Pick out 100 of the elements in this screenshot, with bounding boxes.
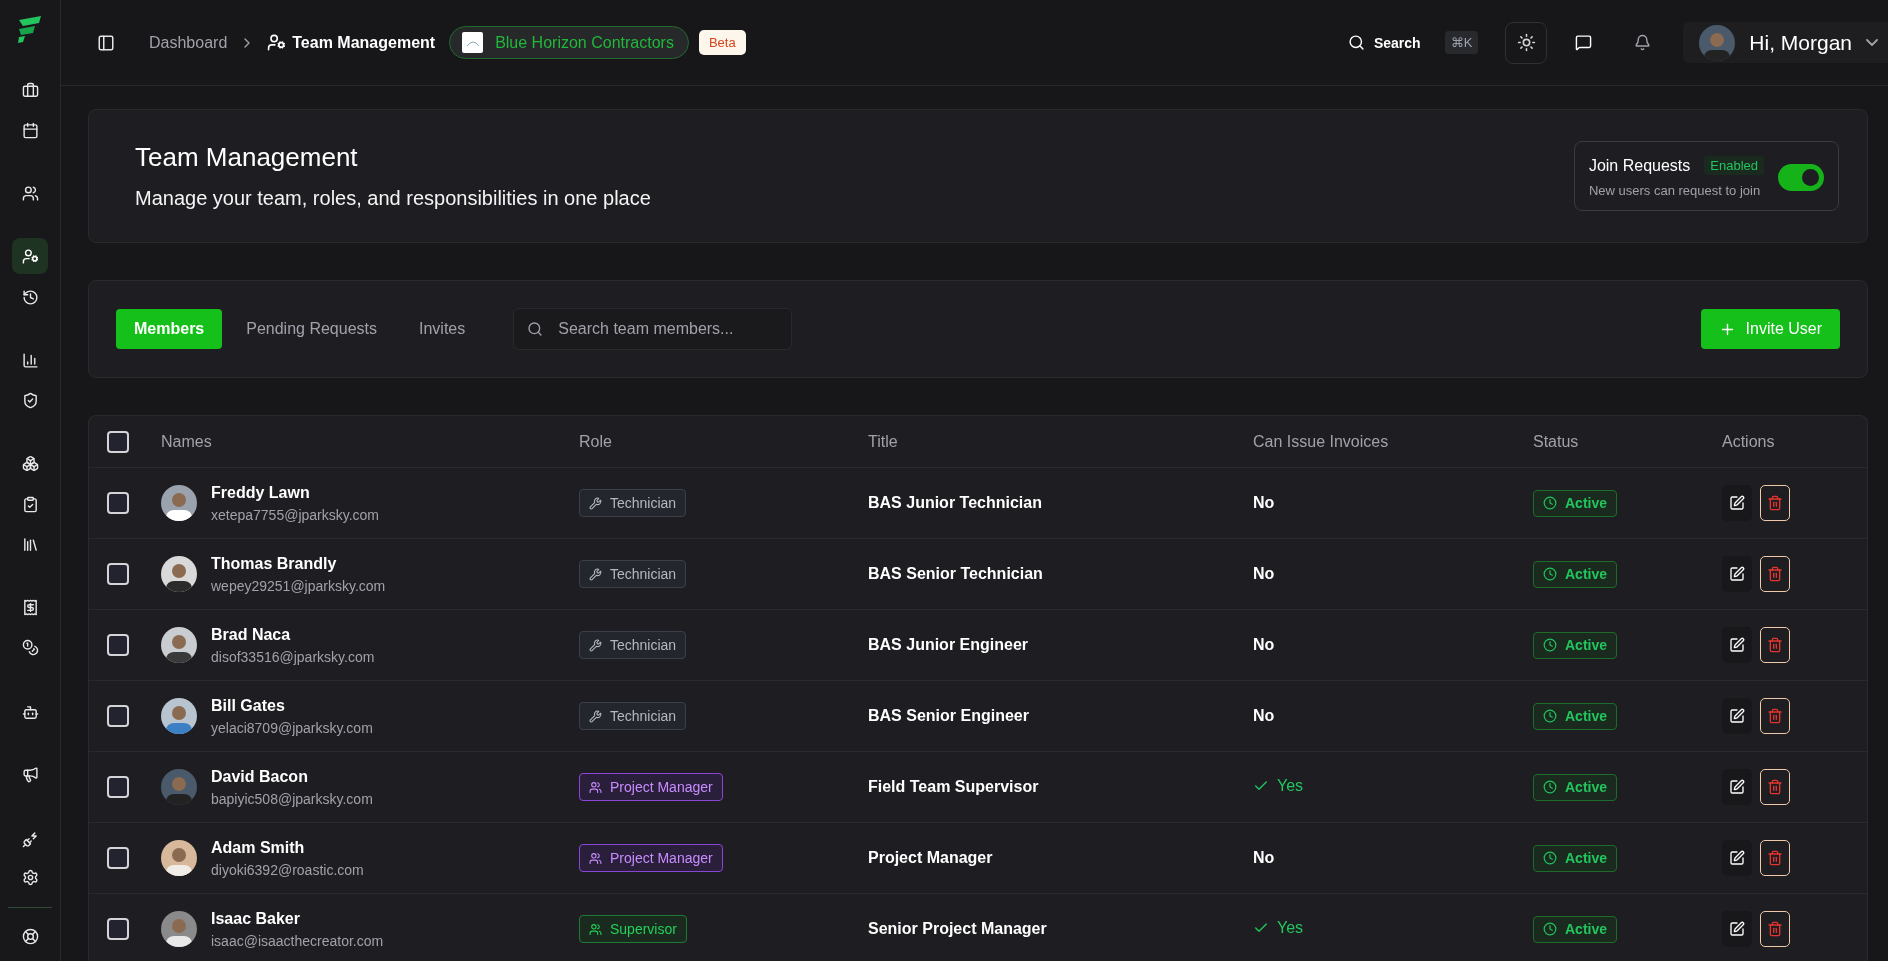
chevron-down-icon — [1866, 39, 1878, 46]
tab[interactable]: Invites — [401, 309, 484, 349]
trash-icon — [1767, 850, 1783, 866]
users-icon — [589, 780, 602, 794]
edit-button[interactable] — [1722, 840, 1752, 876]
member-title: Field Team Supervisor — [868, 778, 1040, 796]
trash-icon — [1767, 779, 1783, 795]
wrench-icon — [589, 638, 602, 652]
member-email: wepey29251@jparksky.com — [211, 577, 386, 594]
edit-button[interactable] — [1722, 485, 1752, 521]
edit-icon — [1729, 779, 1745, 795]
invoice-permission: No — [1253, 565, 1275, 583]
invoice-permission: No — [1253, 707, 1275, 725]
avatar — [161, 485, 197, 521]
member-title: BAS Senior Engineer — [868, 707, 1030, 725]
status-badge: Active — [1533, 489, 1618, 517]
trash-icon — [1767, 566, 1783, 582]
shortcut-hint: ⌘K — [1444, 31, 1479, 54]
delete-button[interactable] — [1760, 485, 1790, 521]
clock-icon — [1543, 851, 1557, 865]
role-tag: Project Manager — [579, 773, 723, 801]
trash-icon — [1767, 495, 1783, 511]
member-email: xetepa7755@jparksky.com — [211, 506, 380, 523]
role-tag: Supervisor — [579, 915, 687, 943]
edit-button[interactable] — [1722, 627, 1752, 663]
role-tag: Technician — [579, 560, 687, 588]
avatar — [161, 911, 197, 947]
member-name: Isaac Baker — [211, 909, 301, 928]
sidebar-item[interactable] — [12, 238, 48, 274]
user-gear-icon — [21, 247, 39, 265]
member-email: isaac@isaacthecreator.com — [211, 932, 384, 949]
role-tag: Project Manager — [579, 844, 723, 872]
calendar-icon — [21, 121, 39, 139]
row-checkbox[interactable] — [107, 634, 129, 656]
member-email: yelaci8709@jparksky.com — [211, 719, 373, 736]
status-badge: Enabled — [1704, 156, 1764, 175]
status-badge: Active — [1533, 915, 1618, 943]
row-checkbox[interactable] — [107, 705, 129, 727]
edit-button[interactable] — [1722, 769, 1752, 805]
edit-icon — [1729, 850, 1745, 866]
status-badge: Active — [1533, 560, 1618, 588]
delete-button[interactable] — [1760, 698, 1790, 734]
row-checkbox[interactable] — [107, 492, 129, 514]
edit-icon — [1729, 921, 1745, 937]
edit-button[interactable] — [1722, 698, 1752, 734]
edit-button[interactable] — [1722, 556, 1752, 592]
avatar — [161, 840, 197, 876]
member-email: bapiyic508@jparksky.com — [211, 790, 373, 807]
member-title: BAS Junior Engineer — [868, 636, 1030, 654]
boxes-icon — [21, 454, 39, 472]
member-name: David Bacon — [211, 767, 309, 786]
member-name: Adam Smith — [211, 838, 306, 857]
trash-icon — [1767, 708, 1783, 724]
search-icon — [527, 321, 544, 337]
member-email: disof33516@jparksky.com — [211, 648, 375, 665]
member-name: Thomas Brandly — [211, 554, 338, 573]
history-icon — [21, 288, 39, 306]
user-menu[interactable]: Hi, Morgan — [1683, 22, 1888, 63]
trash-icon — [1767, 637, 1783, 653]
delete-button[interactable] — [1760, 627, 1790, 663]
page-subtitle: Manage your team, roles, and responsibilities in one place — [135, 187, 651, 210]
wrench-icon — [589, 567, 602, 581]
column-header: Role — [579, 432, 613, 451]
row-checkbox[interactable] — [107, 847, 129, 869]
join-requests-toggle[interactable] — [1778, 163, 1824, 191]
avatar — [161, 769, 197, 805]
edit-button[interactable] — [1722, 911, 1752, 947]
search-button[interactable]: Search — [1341, 33, 1427, 52]
avatar — [161, 556, 197, 592]
row-checkbox[interactable] — [107, 918, 129, 940]
edit-icon — [1729, 708, 1745, 724]
column-header: Actions — [1722, 432, 1776, 451]
join-requests-label: Join Requests — [1588, 156, 1691, 175]
company-selector[interactable]: Blue Horizon Contractors — [449, 26, 689, 59]
search-icon — [1347, 34, 1365, 51]
users-icon — [589, 851, 602, 865]
breadcrumb-link[interactable]: Dashboard — [149, 33, 228, 52]
delete-button[interactable] — [1760, 840, 1790, 876]
edit-icon — [1729, 566, 1745, 582]
theme-toggle-button[interactable] — [1505, 21, 1548, 64]
company-logo — [462, 32, 484, 53]
megaphone-icon — [21, 765, 39, 783]
lifebuoy-icon — [21, 927, 39, 945]
trash-icon — [1767, 921, 1783, 937]
status-badge: Active — [1533, 844, 1618, 872]
clock-icon — [1543, 567, 1557, 581]
row-checkbox[interactable] — [107, 563, 129, 585]
delete-button[interactable] — [1760, 769, 1790, 805]
tab[interactable]: Pending Requests — [228, 309, 395, 349]
invoice-permission: No — [1253, 636, 1275, 654]
search-field[interactable]: Search team members... — [513, 308, 793, 350]
avatar — [161, 698, 197, 734]
delete-button[interactable] — [1760, 911, 1790, 947]
select-all-checkbox[interactable] — [107, 430, 129, 453]
delete-button[interactable] — [1760, 556, 1790, 592]
join-requests-hint: New users can request to join — [1588, 183, 1762, 198]
invoice-permission: Yes — [1253, 776, 1304, 795]
row-checkbox[interactable] — [107, 776, 129, 798]
plug-icon — [21, 830, 39, 848]
status-badge: Active — [1533, 773, 1618, 801]
